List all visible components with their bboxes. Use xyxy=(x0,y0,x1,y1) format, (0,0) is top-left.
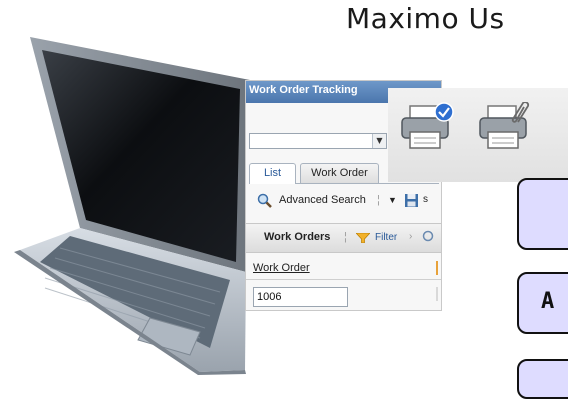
tab-list[interactable]: List xyxy=(249,163,296,184)
side-button-2-label: A xyxy=(541,289,555,314)
side-button-3[interactable] xyxy=(517,359,568,399)
side-button-2[interactable]: A xyxy=(517,272,568,334)
side-button-1[interactable] xyxy=(517,178,568,250)
dropdown-arrow-icon[interactable]: ▼ xyxy=(388,195,397,205)
toolbar-truncated-text: s xyxy=(423,194,428,205)
column-divider xyxy=(436,287,438,301)
divider xyxy=(246,279,441,280)
toolbar: Advanced Search ¦ ▼ s xyxy=(249,191,441,213)
print-attachments-icon[interactable] xyxy=(478,102,534,152)
page-title: Maximo Us xyxy=(346,2,505,35)
work-order-column-header[interactable]: Work Order xyxy=(253,262,310,274)
chevron-right-icon[interactable]: › xyxy=(409,231,412,242)
work-orders-subheader: Work Orders ¦ Filter › xyxy=(246,223,441,253)
advanced-search-link[interactable]: Advanced Search xyxy=(279,194,366,206)
save-icon[interactable] xyxy=(404,193,419,208)
search-icon[interactable] xyxy=(257,193,273,209)
column-divider xyxy=(436,261,438,275)
search-icon[interactable] xyxy=(422,230,436,244)
print-icons-strip xyxy=(388,88,568,182)
filter-icon[interactable] xyxy=(356,233,370,243)
chevron-down-icon[interactable]: ▼ xyxy=(372,134,386,148)
tab-work-order[interactable]: Work Order xyxy=(300,163,379,183)
app-dropdown[interactable]: ▼ xyxy=(249,133,387,149)
print-icon[interactable] xyxy=(400,102,456,152)
separator: ¦ xyxy=(344,231,347,243)
filter-button[interactable]: Filter xyxy=(375,232,397,243)
work-order-filter-input[interactable]: 1006 xyxy=(253,287,348,307)
work-orders-label: Work Orders xyxy=(264,231,331,243)
separator: ¦ xyxy=(377,194,380,206)
